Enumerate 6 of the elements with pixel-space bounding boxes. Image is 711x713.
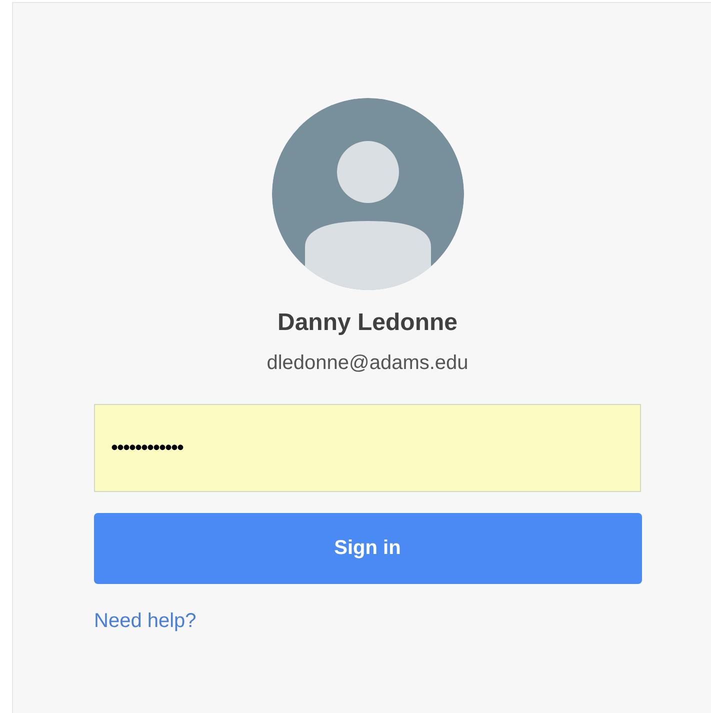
help-link[interactable]: Need help? — [94, 610, 196, 633]
password-field[interactable]: •••••••••••• — [94, 404, 641, 492]
sign-in-button[interactable]: Sign in — [94, 513, 642, 584]
user-name: Danny Ledonne — [277, 309, 458, 337]
user-email: dledonne@adams.edu — [266, 352, 468, 375]
avatar-icon — [270, 97, 464, 291]
